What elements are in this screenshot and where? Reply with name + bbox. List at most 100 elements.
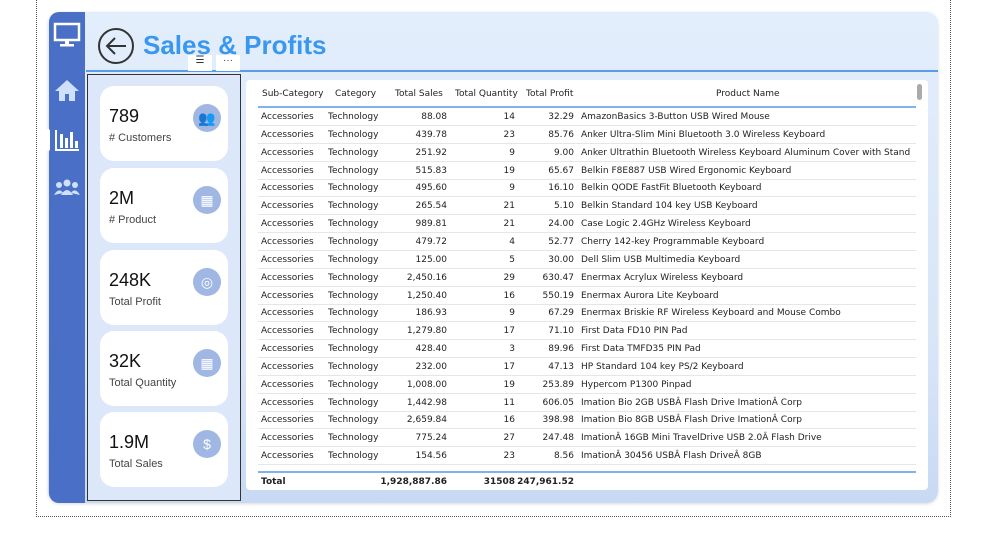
cell-sales: 428.40 xyxy=(415,344,448,355)
cell-quantity: 23 xyxy=(503,129,515,140)
cell-profit: 253.89 xyxy=(542,379,575,390)
cell-profit: 8.56 xyxy=(553,451,574,462)
cell-category: Technology xyxy=(328,397,379,408)
cell-quantity: 21 xyxy=(503,201,515,212)
cell-product-name: First Data TMFD35 PIN Pad xyxy=(581,344,701,355)
cell-product-name: Anker Ultra-Slim Mini Bluetooth 3.0 Wire… xyxy=(581,129,826,140)
bar-chart-icon[interactable] xyxy=(49,128,85,152)
cell-sub-category: Accessories xyxy=(261,254,314,265)
table-row[interactable]: Accessories Technology 125.00 5 30.00 Dell Sl… xyxy=(258,251,916,269)
cell-profit: 67.29 xyxy=(548,308,574,319)
kpi-label: # Product xyxy=(109,214,157,226)
cell-product-name: Belkin F8E887 USB Wired Ergonomic Keyboa… xyxy=(581,165,792,176)
cell-category: Technology xyxy=(328,236,379,247)
column-header[interactable]: Product Name xyxy=(716,89,780,99)
cell-profit: 16.10 xyxy=(548,183,574,194)
cell-category: Technology xyxy=(328,272,379,283)
table-row[interactable]: Accessories Technology 251.92 9 9.00 Anker Ul… xyxy=(258,144,916,162)
cell-quantity: 19 xyxy=(503,379,515,390)
table-row[interactable]: Accessories Technology 989.81 21 24.00 Case L… xyxy=(258,215,916,234)
column-header[interactable]: Category xyxy=(335,89,376,99)
kpi-label: Total Profit xyxy=(109,296,161,308)
cell-category: Technology xyxy=(328,219,379,230)
boxes-icon: ▦ xyxy=(193,186,221,214)
column-header[interactable]: Total Quantity xyxy=(455,89,518,99)
table-row[interactable]: Accessories Technology 515.83 19 65.67 Belkin… xyxy=(258,162,916,180)
cell-sales: 1,250.40 xyxy=(406,290,447,301)
table-row[interactable]: Accessories Technology 495.60 9 16.10 Belkin … xyxy=(258,179,916,198)
table-row[interactable]: Accessories Technology 154.56 23 8.56 Imation… xyxy=(258,447,916,466)
table-row[interactable]: Accessories Technology 479.72 4 52.77 Cherry … xyxy=(258,233,916,251)
table-row[interactable]: Accessories Technology 2,450.16 29 630.47 Ene… xyxy=(258,269,916,287)
cell-quantity: 16 xyxy=(503,415,515,426)
cell-quantity: 27 xyxy=(503,433,515,444)
cell-sales: 439.78 xyxy=(415,129,448,140)
cell-sales: 515.83 xyxy=(415,165,448,176)
cell-category: Technology xyxy=(328,129,379,140)
cell-quantity: 5 xyxy=(509,254,515,265)
kpi-card-profit: 248K Total Profit ◎ xyxy=(100,250,228,325)
table-row[interactable]: Accessories Technology 88.08 14 32.29 AmazonB… xyxy=(258,108,916,126)
table-row[interactable]: Accessories Technology 1,442.98 11 606.05 Ima… xyxy=(258,394,916,412)
cell-sales: 989.81 xyxy=(415,219,448,230)
cell-category: Technology xyxy=(328,361,379,372)
table-row[interactable]: Accessories Technology 265.54 21 5.10 Belkin … xyxy=(258,197,916,216)
cell-sales: 88.08 xyxy=(421,112,447,122)
table-row[interactable]: Accessories Technology 775.24 27 247.48 Imati… xyxy=(258,429,916,448)
table-row[interactable]: Accessories Technology 1,008.00 19 253.89 Hyp… xyxy=(258,376,916,394)
table-row[interactable]: Accessories Technology 186.93 9 67.29 Enermax… xyxy=(258,304,916,323)
cell-profit: 398.98 xyxy=(542,415,575,426)
cell-quantity: 4 xyxy=(509,236,515,247)
cell-quantity: 9 xyxy=(509,147,515,158)
total-sales: 1,928,887.86 xyxy=(380,477,447,487)
cell-sub-category: Accessories xyxy=(261,272,314,283)
cell-profit: 52.77 xyxy=(548,236,574,247)
cell-sub-category: Accessories xyxy=(261,165,314,176)
cell-sales: 232.00 xyxy=(415,361,448,372)
cell-sales: 154.56 xyxy=(415,451,448,462)
cell-quantity: 29 xyxy=(503,272,515,283)
monitor-icon[interactable] xyxy=(49,22,85,48)
cell-sub-category: Accessories xyxy=(261,201,314,212)
scrollbar[interactable] xyxy=(917,84,922,100)
cell-product-name: Case Logic 2.4GHz Wireless Keyboard xyxy=(581,219,751,230)
filter-icon[interactable]: ☰ xyxy=(188,55,212,71)
kpi-label: Total Quantity xyxy=(109,377,177,389)
cell-product-name: HP Standard 104 key PS/2 Keyboard xyxy=(581,361,744,372)
cell-category: Technology xyxy=(328,344,379,355)
cell-quantity: 19 xyxy=(503,165,515,176)
table-row[interactable]: Accessories Technology 428.40 3 89.96 First D… xyxy=(258,340,916,359)
product-table: Sub-Category Category Total Sales Total … xyxy=(246,80,928,490)
cell-profit: 32.29 xyxy=(548,112,574,122)
cell-product-name: ImationÂ 16GB Mini TravelDrive USB 2.0Â … xyxy=(581,433,822,444)
cell-sub-category: Accessories xyxy=(261,308,314,319)
total-label: Total xyxy=(261,477,286,487)
table-row[interactable]: Accessories Technology 439.78 23 85.76 Anker … xyxy=(258,126,916,144)
column-header[interactable]: Total Sales xyxy=(395,89,443,99)
cell-sales: 265.54 xyxy=(415,201,448,212)
arrow-left-icon xyxy=(105,37,126,55)
cell-quantity: 16 xyxy=(503,290,515,301)
table-row[interactable]: Accessories Technology 1,279.80 17 71.10 Firs… xyxy=(258,322,916,341)
kpi-value: 2M xyxy=(109,188,135,208)
cell-category: Technology xyxy=(328,254,379,265)
home-icon[interactable] xyxy=(49,78,85,102)
kpi-card-product: 2M # Product ▦ xyxy=(100,168,228,243)
table-row[interactable]: Accessories Technology 1,250.40 16 550.19 Ene… xyxy=(258,287,916,305)
cell-category: Technology xyxy=(328,165,379,176)
cell-product-name: Enermax Acrylux Wireless Keyboard xyxy=(581,272,744,283)
table-row[interactable]: Accessories Technology 2,659.84 16 398.98 Ima… xyxy=(258,411,916,430)
cell-sales: 125.00 xyxy=(415,254,448,265)
column-header[interactable]: Sub-Category xyxy=(262,89,324,99)
cell-sub-category: Accessories xyxy=(261,219,314,230)
cell-sales: 775.24 xyxy=(415,433,448,444)
back-button[interactable] xyxy=(98,28,134,64)
table-row[interactable]: Accessories Technology 232.00 17 47.13 HP Sta… xyxy=(258,358,916,376)
cell-quantity: 17 xyxy=(503,326,515,337)
cell-category: Technology xyxy=(328,201,379,212)
users-icon[interactable] xyxy=(49,178,85,196)
cell-sub-category: Accessories xyxy=(261,361,314,372)
cell-quantity: 17 xyxy=(503,361,515,372)
more-icon[interactable]: ··· xyxy=(216,55,240,71)
column-header[interactable]: Total Profit xyxy=(526,89,573,99)
